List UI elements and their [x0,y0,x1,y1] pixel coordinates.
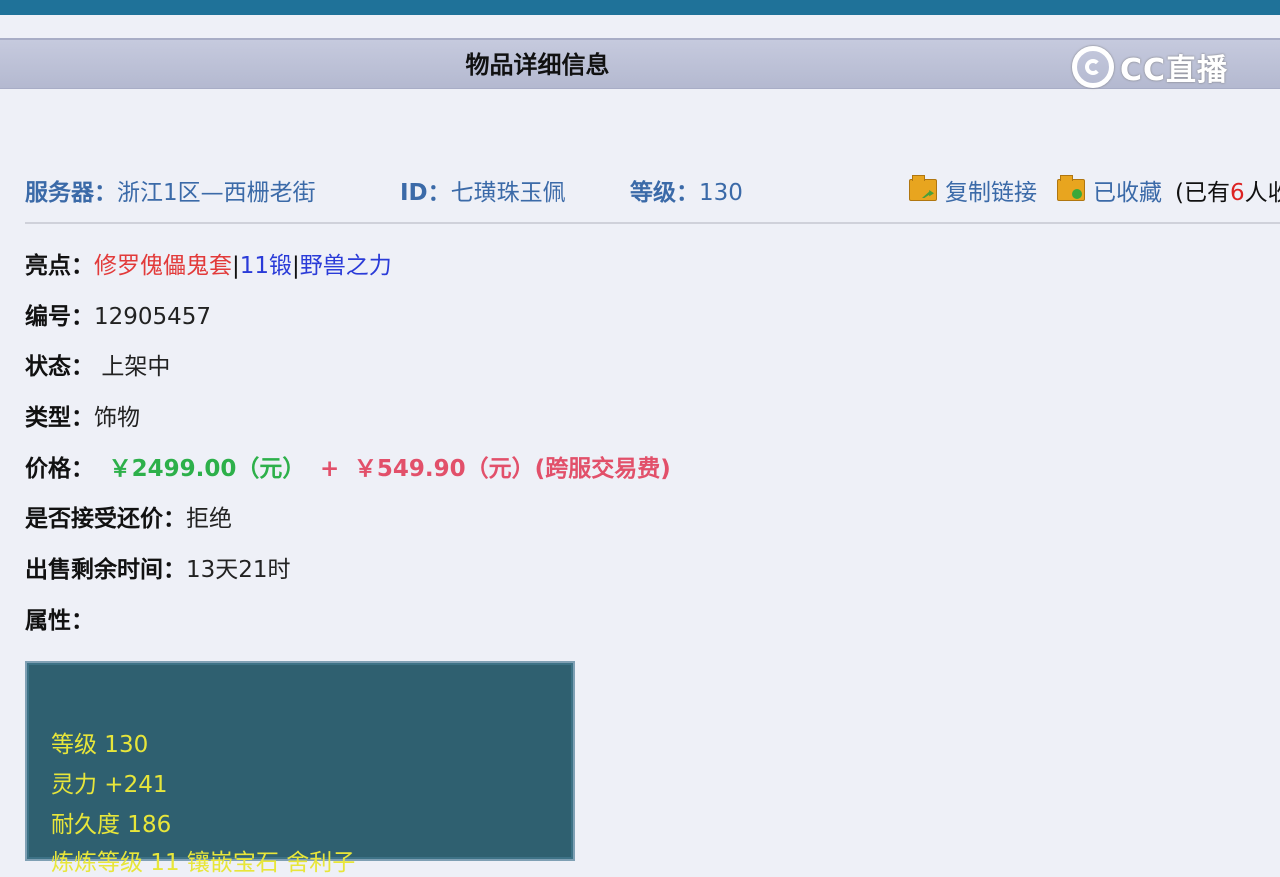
server-info: 服务器：浙江1区—西栅老街 [25,173,316,207]
attributes-panel: 等级 130 灵力 +241 耐久度 186 炼炼等级 11 镶嵌宝石 舍利子 [25,661,575,876]
highlight-label: 亮点： [25,253,94,279]
number-value: 12905457 [94,304,212,330]
page-title: 物品详细信息 [465,51,610,79]
divider [25,222,1280,224]
status-label: 状态： [25,354,94,380]
info-bar: 服务器：浙江1区—西栅老街 ID：七璜珠玉佩 等级：130 复制链接 已收藏 (… [25,165,1280,209]
cc-logo-icon [1072,46,1114,88]
type-value: 饰物 [94,405,140,431]
id-value: 七璜珠玉佩 [450,180,566,206]
cc-live-watermark: CC直播 [1072,44,1228,90]
type-row: 类型：饰物 [25,398,140,432]
id-label: ID： [400,180,451,206]
highlight-separator: | [232,253,240,279]
attributes-label: 属性： [25,608,94,634]
number-label: 编号： [25,304,94,330]
bargain-label: 是否接受还价： [25,506,186,532]
status-row: 状态： 上架中 [25,347,170,381]
top-strip [0,15,1280,37]
highlight-forge[interactable]: 11锻 [240,253,292,279]
level-label: 等级： [630,180,699,206]
remaining-time-value: 13天21时 [186,557,291,583]
price-row: 价格： ￥2499.00（元） + ￥549.90（元）(跨服交易费) [25,449,671,483]
level-info: 等级：130 [630,173,743,207]
attribute-line: 等级 130 [51,732,149,758]
fav-count-number: 6 [1229,180,1245,206]
remaining-time-label: 出售剩余时间： [25,557,186,583]
fav-prefix: (已有 [1175,180,1230,206]
status-value: 上架中 [101,354,171,380]
price-label: 价格： [25,456,94,482]
id-info: ID：七璜珠玉佩 [400,173,566,207]
favorite-button[interactable]: 已收藏 [1057,173,1162,207]
folder-add-icon [1057,175,1085,201]
price-main: ￥2499.00（元） [108,456,306,482]
copy-link-button[interactable]: 复制链接 [909,173,1037,207]
highlight-separator: | [292,253,300,279]
price-plus: + [320,456,340,482]
attribute-line: 炼炼等级 11 镶嵌宝石 舍利子 [51,850,356,876]
highlight-row: 亮点：修罗傀儡鬼套|11锻|野兽之力 [25,246,392,280]
highlight-skill[interactable]: 野兽之力 [300,253,392,279]
watermark-text: CC直播 [1120,53,1229,88]
bargain-row: 是否接受还价：拒绝 [25,499,232,533]
highlight-set[interactable]: 修罗傀儡鬼套 [94,253,232,279]
level-value: 130 [699,180,743,206]
attribute-line: 耐久度 186 [51,812,172,838]
attributes-row: 属性： [25,601,94,635]
server-label: 服务器： [25,180,117,206]
folder-share-icon [909,175,937,201]
server-value: 浙江1区—西栅老街 [117,180,316,206]
favorite-count: (已有6人收 [1175,173,1280,207]
attribute-line: 灵力 +241 [51,772,168,798]
top-bar [0,0,1280,15]
bargain-value: 拒绝 [186,506,232,532]
favorite-label: 已收藏 [1093,180,1162,206]
type-label: 类型： [25,405,94,431]
remaining-time-row: 出售剩余时间：13天21时 [25,550,291,584]
fav-suffix: 人收 [1244,180,1280,206]
copy-link-label: 复制链接 [945,180,1037,206]
number-row: 编号：12905457 [25,297,211,331]
price-fee: ￥549.90（元）(跨服交易费) [353,456,671,482]
